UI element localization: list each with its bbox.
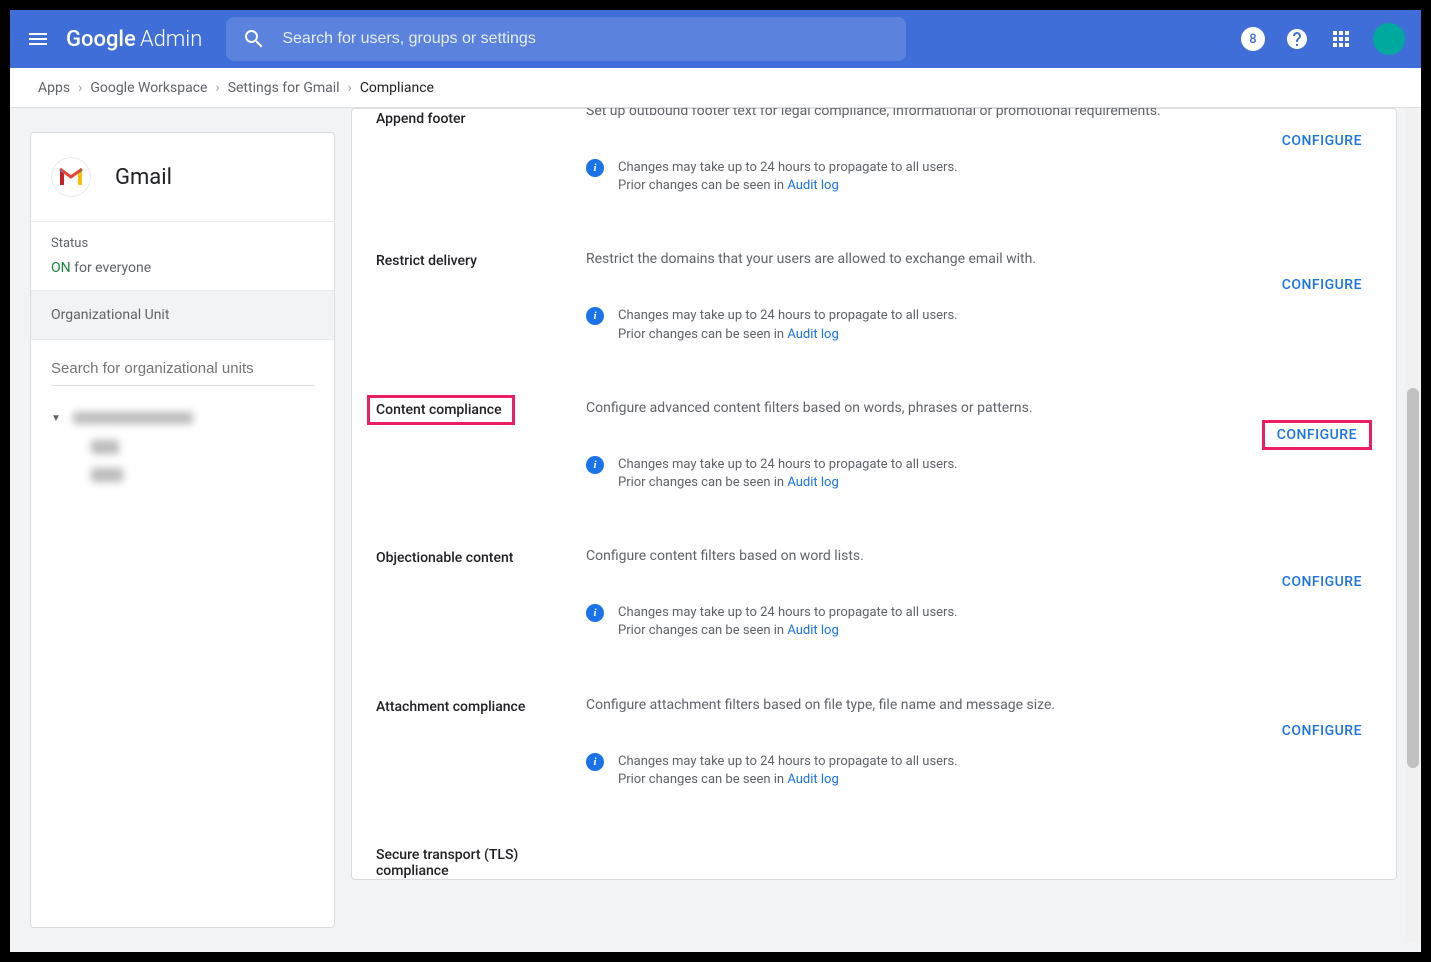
audit-log-link[interactable]: Audit log [787, 327, 838, 342]
info-text: Changes may take up to 24 hours to propa… [618, 159, 958, 195]
audit-log-link[interactable]: Audit log [787, 623, 838, 638]
setting-title: Attachment compliance [376, 697, 586, 789]
info-icon: i [586, 307, 604, 325]
configure-button[interactable]: CONFIGURE [1272, 717, 1372, 745]
ou-section-label: Organizational Unit [31, 290, 334, 339]
setting-append-footer: Append footer Set up outbound footer tex… [352, 109, 1396, 227]
info-text: Changes may take up to 24 hours to propa… [618, 604, 958, 640]
info-icon: i [586, 753, 604, 771]
logo[interactable]: Google Admin [66, 27, 202, 52]
audit-log-link[interactable]: Audit log [787, 178, 838, 193]
app-header: Google Admin 8 [10, 10, 1421, 68]
setting-desc: Configure advanced content filters based… [586, 400, 1372, 416]
breadcrumb-current: Compliance [360, 80, 434, 96]
menu-icon[interactable] [26, 27, 50, 51]
setting-attachment-compliance: Attachment compliance Configure attachme… [352, 673, 1396, 821]
setting-title: Restrict delivery [376, 251, 586, 343]
setting-objectionable-content: Objectionable content Configure content … [352, 524, 1396, 672]
notifications-badge[interactable]: 8 [1241, 27, 1265, 51]
info-icon: i [586, 159, 604, 177]
chevron-right-icon: › [78, 80, 82, 96]
app-title: Gmail [115, 165, 172, 190]
ou-tree: ▼ [31, 394, 334, 927]
main-content: Append footer Set up outbound footer tex… [351, 108, 1397, 928]
setting-title: Content compliance [376, 400, 586, 492]
avatar[interactable] [1373, 23, 1405, 55]
setting-desc: Configure attachment filters based on fi… [586, 697, 1372, 713]
setting-title: Append footer [376, 109, 586, 195]
audit-log-link[interactable]: Audit log [787, 475, 838, 490]
search-bar[interactable] [226, 17, 906, 61]
scrollbar-track [1405, 108, 1421, 942]
sidebar: Gmail Status ON for everyone Organizatio… [30, 132, 335, 928]
status-text: for everyone [71, 260, 152, 276]
chevron-down-icon: ▼ [51, 413, 61, 424]
help-icon[interactable] [1285, 27, 1309, 51]
ou-item[interactable] [91, 468, 123, 482]
info-icon: i [586, 604, 604, 622]
setting-desc: Configure content filters based on word … [586, 548, 1372, 564]
setting-title: Objectionable content [376, 548, 586, 640]
configure-button[interactable]: CONFIGURE [1272, 127, 1372, 155]
audit-log-link[interactable]: Audit log [787, 772, 838, 787]
breadcrumb: Apps › Google Workspace › Settings for G… [10, 68, 1421, 108]
apps-grid-icon[interactable] [1329, 27, 1353, 51]
breadcrumb-apps[interactable]: Apps [38, 80, 70, 96]
breadcrumb-gmail-settings[interactable]: Settings for Gmail [228, 80, 340, 96]
info-text: Changes may take up to 24 hours to propa… [618, 307, 958, 343]
setting-tls-compliance: Secure transport (TLS) compliance [352, 821, 1396, 879]
setting-desc: Set up outbound footer text for legal co… [586, 108, 1372, 119]
logo-google: Google [66, 27, 136, 52]
gmail-icon [51, 157, 91, 197]
info-text: Changes may take up to 24 hours to propa… [618, 753, 958, 789]
configure-button[interactable]: CONFIGURE [1262, 420, 1372, 450]
info-text: Changes may take up to 24 hours to propa… [618, 456, 958, 492]
ou-item-root[interactable]: ▼ [51, 406, 314, 430]
setting-title: Secure transport (TLS) compliance [376, 845, 586, 879]
ou-item[interactable] [91, 440, 119, 454]
logo-admin: Admin [140, 27, 203, 52]
search-input[interactable] [282, 30, 890, 48]
info-icon: i [586, 456, 604, 474]
ou-search-input[interactable] [51, 352, 314, 386]
configure-button[interactable]: CONFIGURE [1272, 568, 1372, 596]
setting-restrict-delivery: Restrict delivery Restrict the domains t… [352, 227, 1396, 375]
status-on: ON [51, 260, 71, 276]
setting-content-compliance: Content compliance Configure advanced co… [352, 376, 1396, 524]
scrollbar-thumb[interactable] [1407, 388, 1419, 768]
status-label: Status [51, 236, 314, 251]
search-icon [242, 27, 266, 51]
breadcrumb-workspace[interactable]: Google Workspace [90, 80, 207, 96]
chevron-right-icon: › [348, 80, 352, 96]
chevron-right-icon: › [215, 80, 219, 96]
setting-desc: Restrict the domains that your users are… [586, 251, 1372, 267]
configure-button[interactable]: CONFIGURE [1272, 271, 1372, 299]
